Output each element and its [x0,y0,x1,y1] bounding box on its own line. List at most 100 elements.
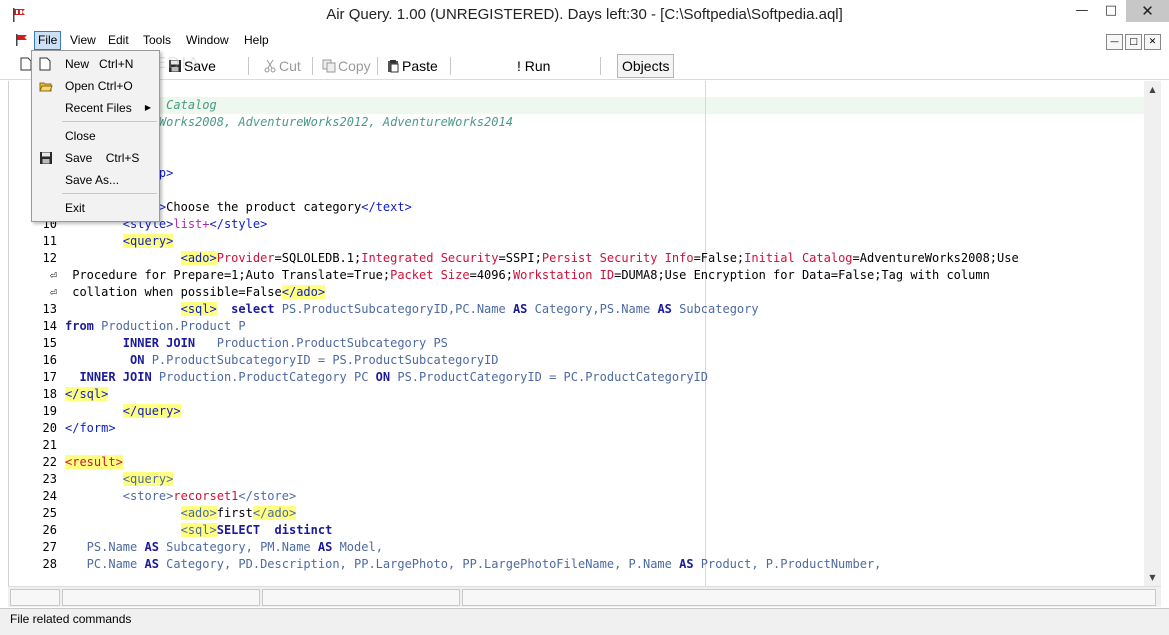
code-token: Category,PS.Name [527,302,658,316]
line-number: 13 [42,302,57,316]
line-number: 19 [42,404,57,418]
code-token: <query> [122,234,174,248]
objects-button[interactable]: Objects [617,54,675,78]
run-button[interactable]: ! Run [517,56,550,76]
mdi-minimize-button[interactable]: — [1106,34,1123,50]
code-token: Provider [216,251,275,265]
paste-label: Paste [402,58,438,74]
file-menu-save-as[interactable]: Save As... [32,170,159,190]
scroll-up-arrow-icon[interactable]: ▲ [1144,81,1161,98]
code-editor[interactable]: est - Product Cataloges: AdventureWorks2… [8,81,1145,586]
code-token: =DUMA8;Use Encryption for Data=False;Tag… [614,268,990,282]
code-token: Model, [332,540,383,554]
code-token: =SSPI; [498,251,542,265]
cut-toolbar-button[interactable]: Cut [263,56,301,76]
code-token: INNER JOIN [122,336,196,350]
line-number: 24 [42,489,57,503]
mdi-restore-button[interactable]: □ [1125,34,1142,50]
line-text: ON P.ProductSubcategoryID = PS.ProductSu… [65,352,499,369]
code-token: <store> [122,489,174,503]
menu-tools[interactable]: Tools [143,33,171,47]
line-number: 15 [42,336,57,350]
paste-toolbar-button[interactable]: Paste [386,56,438,76]
code-token: </ado> [281,285,326,299]
toolbar-separator [377,57,378,75]
code-token: PS.ProductSubcategoryID,PC.Name [281,302,513,316]
menu-window[interactable]: Window [186,33,229,47]
menu-help[interactable]: Help [244,33,269,47]
code-token: P.ProductSubcategoryID = PS.ProductSubca… [144,353,499,367]
copy-icon [322,58,336,73]
mdi-window-controls: — □ ✕ [1104,33,1161,50]
vertical-scrollbar[interactable]: ▲ ▼ [1144,81,1161,586]
line-number: 28 [42,557,57,571]
code-token: =False; [693,251,745,265]
line-text: <ado>Provider=SQLOLEDB.1;Integrated Secu… [65,250,1019,267]
toolbar-separator [600,57,601,75]
code-token: AS [657,302,672,316]
menu-view[interactable]: View [70,33,96,47]
menu-item-label: Save Ctrl+S [65,151,140,165]
code-token: <query> [122,472,174,486]
line-text: <query> [65,233,174,250]
menu-item-label: Save As... [65,173,120,187]
code-token: first [216,506,253,520]
line-number: 16 [42,353,57,367]
bottom-pane [462,589,1156,606]
code-token: Product, P.ProductNumber, [693,557,882,571]
line-number: 27 [42,540,57,554]
line-text: Procedure for Prepare=1;Auto Translate=T… [65,267,990,284]
window-title: Air Query. 1.00 (UNREGISTERED). Days lef… [326,6,843,23]
line-number: 21 [42,438,57,452]
line-text: <sql>SELECT distinct [65,522,332,539]
menu-item-label: Exit [65,201,86,215]
file-menu-close[interactable]: Close [32,126,159,146]
file-menu-new[interactable]: New Ctrl+N [32,54,159,74]
copy-toolbar-button[interactable]: Copy [322,56,371,76]
cut-label: Cut [279,58,301,74]
code-token: =AdventureWorks2008;Use [852,251,1019,265]
code-token: </ado> [252,506,297,520]
bottom-pane [62,589,260,606]
file-menu-recent-files[interactable]: Recent Files ▶ [32,98,159,118]
line-text: <result> [65,454,123,471]
close-button[interactable]: ✕ [1126,0,1169,22]
file-menu-exit[interactable]: Exit [32,198,159,218]
menu-separator [62,193,157,194]
open-folder-icon [39,79,53,93]
minimize-button[interactable]: — [1068,0,1096,22]
code-token: <ado> [180,506,217,520]
file-menu-save[interactable]: Save Ctrl+S [32,148,159,168]
toolbar-separator [450,57,451,75]
bottom-pane [262,589,460,606]
code-token: Category, PD.Description, PP.LargePhoto,… [158,557,680,571]
menu-bar: File View Edit Tools Window Help [0,31,1169,51]
code-token: PS.Name [65,540,145,554]
scissors-icon [263,58,277,73]
code-token: Workstation ID [512,268,615,282]
toolbar-separator [248,57,249,75]
code-token: collation when possible=False [65,285,282,299]
document-flag-icon[interactable] [14,32,30,48]
menu-file[interactable]: File [34,31,62,50]
maximize-button[interactable]: □ [1096,0,1126,22]
code-token: INNER JOIN [79,370,152,384]
code-token: list+ [173,217,210,231]
current-line-highlight [65,97,1145,114]
menu-separator [62,121,157,122]
code-token: AS [144,540,159,554]
submenu-arrow-icon: ▶ [144,103,151,112]
line-text: from Production.Product P [65,318,246,335]
line-text: <sql> select PS.ProductSubcategoryID,PC.… [65,301,759,318]
title-bar: Air Query. 1.00 (UNREGISTERED). Days lef… [0,0,1169,31]
code-token: </text> [361,200,412,214]
scroll-down-arrow-icon[interactable]: ▼ [1144,569,1161,586]
menu-edit[interactable]: Edit [108,33,129,47]
mdi-close-button[interactable]: ✕ [1144,34,1161,50]
file-menu-open[interactable]: Open Ctrl+O [32,76,159,96]
line-text: <query> [65,471,174,488]
